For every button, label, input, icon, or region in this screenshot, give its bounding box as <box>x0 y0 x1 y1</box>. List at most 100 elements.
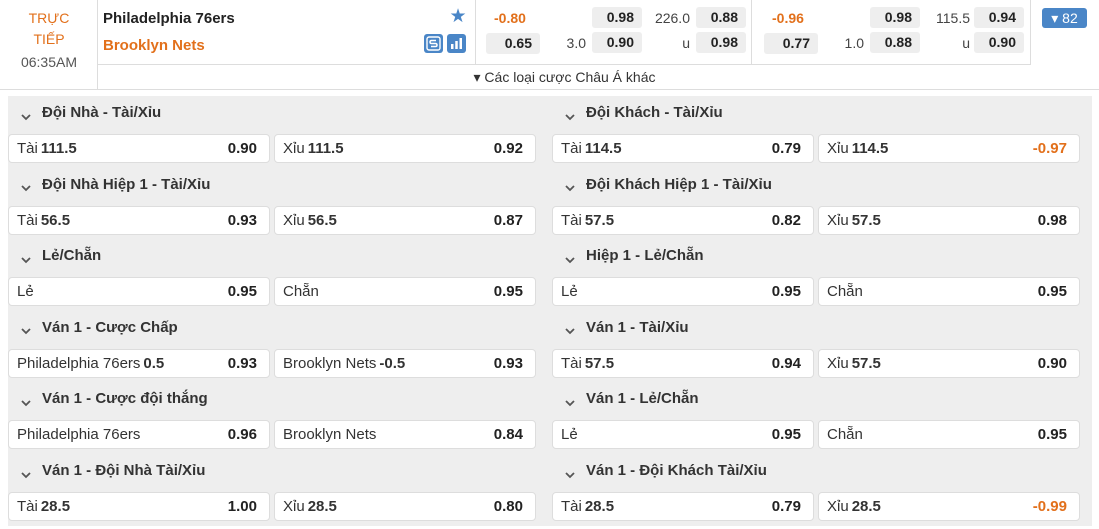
chevron-down-icon[interactable] <box>562 247 578 263</box>
bet-odds: 0.87 <box>493 211 523 229</box>
ht-over-odds[interactable]: 0.94 <box>974 7 1024 28</box>
bet-line: 57.5 <box>584 354 615 372</box>
market-title[interactable]: Ván 1 - Đội Khách Tài/Xỉu <box>552 454 767 488</box>
bet-selection: Xỉu <box>283 211 305 229</box>
bet-line: 0.5 <box>143 354 165 372</box>
bet-option-label: Tài 57.5 <box>561 350 614 377</box>
chevron-down-icon[interactable] <box>562 462 578 478</box>
home-team-name[interactable]: Philadelphia 76ers <box>103 10 235 27</box>
ft-under-odds[interactable]: 0.98 <box>696 32 746 53</box>
bet-option-label: Xỉu 28.5 <box>283 493 337 520</box>
bet-odds: 0.98 <box>1037 211 1067 229</box>
market-title[interactable]: Đội Nhà - Tài/Xỉu <box>8 96 161 130</box>
market-title-text: Đội Nhà - Tài/Xỉu <box>42 104 162 121</box>
ht-hdp-away[interactable]: 0.77 <box>764 33 818 54</box>
bar-chart-icon[interactable] <box>447 34 466 53</box>
chevron-down-icon[interactable] <box>18 462 34 478</box>
ft-hdp-away[interactable]: 0.65 <box>486 33 540 54</box>
bet-option[interactable]: Xỉu 57.5 0.98 <box>818 205 1080 235</box>
chevron-down-icon[interactable] <box>562 390 578 407</box>
ft-hdp-home-odds[interactable]: 0.98 <box>592 7 642 28</box>
match-header: TRỰC TIẾP 06:35AM Philadelphia 76ers Bro… <box>0 0 1099 90</box>
bet-option[interactable]: Lẻ 0.95 <box>552 277 814 307</box>
chevron-down-icon[interactable] <box>18 104 34 120</box>
chevron-down-icon[interactable] <box>562 318 578 335</box>
other-asian-bets-toggle[interactable]: ▾ Các loại cược Châu Á khác <box>98 64 1031 89</box>
ft-hdp-away-odds[interactable]: 0.90 <box>592 32 642 53</box>
market-title-text: Ván 1 - Cược Chấp <box>42 318 178 336</box>
bet-option-label: Tài 114.5 <box>561 135 622 162</box>
bet-option[interactable]: Brooklyn Nets 0.84 <box>274 420 536 450</box>
chevron-down-icon[interactable] <box>18 390 34 407</box>
bet-option[interactable]: Chẵn 0.95 <box>274 277 536 307</box>
market-section: Ván 1 - Tài/Xỉu Tài 57.5 0.94 Xỉu 57.5 0.90 <box>552 311 1086 379</box>
bet-odds: 0.95 <box>771 283 801 301</box>
bet-selection: Tài <box>561 211 582 229</box>
bet-option[interactable]: Chẵn 0.95 <box>818 277 1080 307</box>
market-title[interactable]: Đội Khách Hiệp 1 - Tài/Xỉu <box>552 168 772 202</box>
market-title[interactable]: Ván 1 - Đội Nhà Tài/Xỉu <box>8 454 205 488</box>
bet-option[interactable]: Xỉu 28.5 0.80 <box>274 492 536 521</box>
away-team-name[interactable]: Brooklyn Nets <box>103 37 205 54</box>
bet-option[interactable]: Xỉu 56.5 0.87 <box>274 205 536 235</box>
s-stats-icon[interactable] <box>424 34 443 53</box>
bet-option[interactable]: Tài 57.5 0.94 <box>552 348 814 378</box>
ht-hdp-home-odds[interactable]: 0.98 <box>870 7 920 28</box>
bet-odds: 0.80 <box>493 498 523 515</box>
bet-odds: 0.93 <box>493 354 523 372</box>
ht-under-odds[interactable]: 0.90 <box>974 32 1024 53</box>
live-label-line2: TIẾP <box>33 31 65 47</box>
ht-hdp-home[interactable]: -0.96 <box>772 8 804 29</box>
bet-option[interactable]: Philadelphia 76ers 0.96 <box>8 420 270 450</box>
market-title[interactable]: Đội Khách - Tài/Xỉu <box>552 96 723 130</box>
live-label-line1: TRỰC <box>28 10 70 26</box>
ft-total-line: 226.0 <box>654 10 690 26</box>
market-title[interactable]: Ván 1 - Lẻ/Chẵn <box>552 382 699 416</box>
chevron-down-icon[interactable] <box>18 175 34 192</box>
bet-option-label: Philadelphia 76ers 0.5 <box>17 350 164 377</box>
market-title[interactable]: Lẻ/Chẵn <box>8 239 101 273</box>
bet-option[interactable]: Xỉu 28.5 -0.99 <box>818 492 1080 521</box>
star-icon[interactable]: ★ <box>448 7 468 27</box>
bet-option[interactable]: Philadelphia 76ers 0.5 0.93 <box>8 348 270 378</box>
market-title[interactable]: Hiệp 1 - Lẻ/Chẵn <box>552 239 704 273</box>
more-markets-button[interactable]: ▾ 82 <box>1042 8 1087 28</box>
market-title-text: Ván 1 - Đội Khách Tài/Xỉu <box>586 462 767 479</box>
bet-option-label: Xỉu 111.5 <box>283 135 344 162</box>
bet-option[interactable]: Xỉu 111.5 0.92 <box>274 134 536 163</box>
bet-option[interactable]: Tài 28.5 0.79 <box>552 492 814 521</box>
ht-hdp-away-odds[interactable]: 0.88 <box>870 32 920 53</box>
ft-over-odds[interactable]: 0.88 <box>696 7 746 28</box>
chevron-down-icon[interactable] <box>562 104 578 120</box>
bet-option[interactable]: Tài 28.5 1.00 <box>8 492 270 521</box>
bet-line: 28.5 <box>851 498 881 515</box>
bet-odds: 0.93 <box>227 354 257 372</box>
chevron-down-icon[interactable] <box>18 318 34 335</box>
bet-option[interactable]: Tài 114.5 0.79 <box>552 134 814 163</box>
bet-odds: 0.95 <box>771 426 801 444</box>
bet-option[interactable]: Lẻ 0.95 <box>552 420 814 450</box>
bet-selection: Brooklyn Nets <box>283 354 377 372</box>
bet-option[interactable]: Xỉu 114.5 -0.97 <box>818 134 1080 163</box>
market-title[interactable]: Ván 1 - Cược đội thắng <box>8 382 208 416</box>
chevron-down-icon[interactable] <box>18 247 34 263</box>
bet-option[interactable]: Lẻ 0.95 <box>8 277 270 307</box>
chevron-down-icon[interactable] <box>562 175 578 192</box>
bet-option[interactable]: Chẵn 0.95 <box>818 420 1080 450</box>
bet-option[interactable]: Xỉu 57.5 0.90 <box>818 348 1080 378</box>
bet-odds: -0.99 <box>1032 498 1067 515</box>
bet-selection: Tài <box>17 140 38 157</box>
bet-option[interactable]: Tài 56.5 0.93 <box>8 205 270 235</box>
bet-selection: Chẵn <box>827 283 863 301</box>
market-title[interactable]: Ván 1 - Cược Chấp <box>8 311 178 345</box>
market-title[interactable]: Đội Nhà Hiệp 1 - Tài/Xỉu <box>8 168 210 202</box>
bet-option[interactable]: Brooklyn Nets -0.5 0.93 <box>274 348 536 378</box>
ft-hdp-home[interactable]: -0.80 <box>494 8 526 29</box>
bet-line: 28.5 <box>307 498 337 515</box>
bet-selection: Xỉu <box>283 140 305 157</box>
ht-hdp-line: 1.0 <box>844 35 864 51</box>
bet-line: 57.5 <box>851 354 881 372</box>
market-title[interactable]: Ván 1 - Tài/Xỉu <box>552 311 689 345</box>
bet-option[interactable]: Tài 57.5 0.82 <box>552 205 814 235</box>
bet-option[interactable]: Tài 111.5 0.90 <box>8 134 270 163</box>
